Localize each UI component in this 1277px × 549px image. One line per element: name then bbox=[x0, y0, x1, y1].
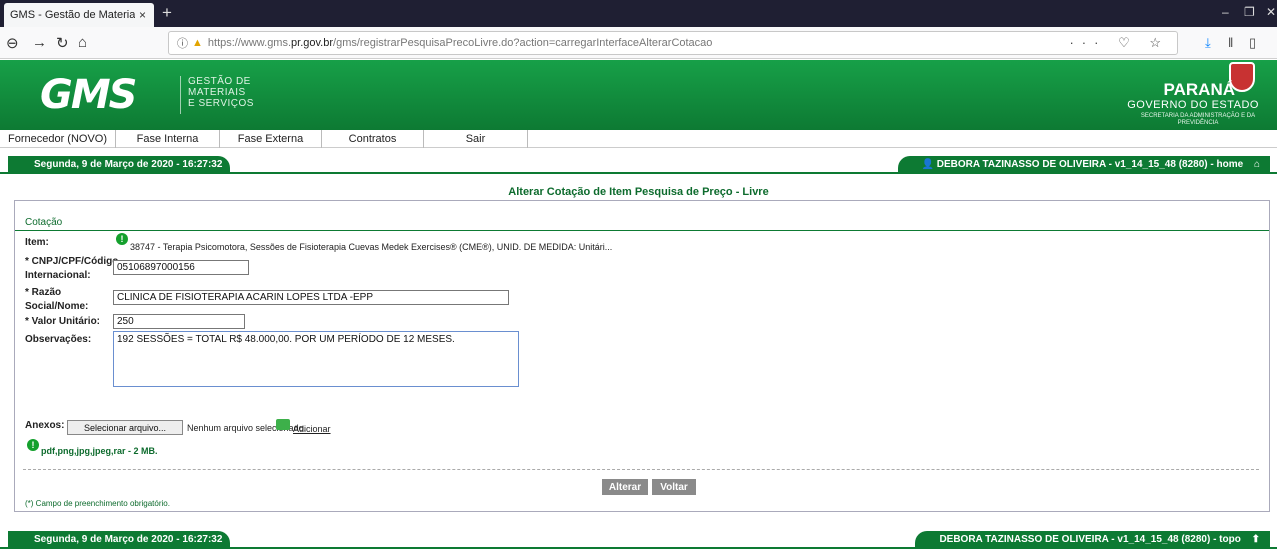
info-icon: ! bbox=[116, 233, 128, 245]
main-menu: Fornecedor (NOVO) Fase Interna Fase Exte… bbox=[0, 130, 1277, 148]
add-attachment-icon[interactable] bbox=[276, 419, 290, 430]
download-icon[interactable]: ⤓ bbox=[1205, 35, 1211, 51]
required-note: (*) Campo de preenchimento obrigatório. bbox=[25, 499, 170, 508]
razao-label: * Razão Social/Nome: bbox=[25, 287, 89, 312]
divider bbox=[23, 469, 1259, 470]
cnpj-label: * CNPJ/CPF/Código Internacional: bbox=[25, 256, 119, 281]
observacoes-textarea[interactable]: 192 SESSÕES = TOTAL R$ 48.000,00. POR UM… bbox=[113, 331, 519, 387]
site-header: GMS GESTÃO DE MATERIAIS E SERVIÇOS PARAN… bbox=[0, 60, 1277, 130]
bottom-user-name: DEBORA TAZINASSO DE OLIVEIRA - v1_14_15_… bbox=[939, 534, 1211, 545]
parana-name: PARANÁ bbox=[1163, 80, 1235, 99]
home-icon[interactable]: ⌂ bbox=[78, 34, 87, 51]
anexos-label: Anexos: bbox=[25, 420, 65, 431]
date-display: Segunda, 9 de Março de 2020 - 16:27:32 bbox=[8, 156, 230, 174]
alterar-button[interactable]: Alterar bbox=[602, 479, 648, 495]
restore-icon[interactable]: ❐ bbox=[1244, 5, 1255, 19]
back-icon[interactable]: ⊖ bbox=[6, 34, 19, 52]
razao-input[interactable] bbox=[113, 290, 509, 305]
bottom-status-bar: Segunda, 9 de Março de 2020 - 16:27:32 D… bbox=[0, 531, 1277, 549]
user-name: DEBORA TAZINASSO DE OLIVEIRA - v1_14_15_… bbox=[936, 159, 1208, 170]
sidebar-icon[interactable]: ▯ bbox=[1249, 35, 1256, 51]
bottom-date-display: Segunda, 9 de Março de 2020 - 16:27:32 bbox=[8, 531, 230, 549]
browser-tab[interactable]: GMS - Gestão de Materiais e Serviço × bbox=[4, 3, 154, 27]
governo-label: GOVERNO DO ESTADO bbox=[1127, 99, 1259, 111]
cnpj-input[interactable] bbox=[113, 260, 249, 275]
topo-link[interactable]: - topo bbox=[1213, 534, 1241, 545]
close-window-icon[interactable]: ✕ bbox=[1266, 5, 1276, 19]
tab-title: GMS - Gestão de Materiais e Serviço bbox=[10, 9, 135, 21]
tab-close-icon[interactable]: × bbox=[139, 8, 146, 22]
menu-fase-externa[interactable]: Fase Externa bbox=[220, 130, 322, 148]
forward-icon[interactable]: → bbox=[32, 34, 47, 51]
home-house-icon[interactable]: ⌂ bbox=[1254, 159, 1260, 170]
panel-title: Cotação bbox=[25, 217, 63, 228]
menu-fase-interna[interactable]: Fase Interna bbox=[116, 130, 220, 148]
page-title: Alterar Cotação de Item Pesquisa de Preç… bbox=[508, 186, 769, 198]
menu-contratos[interactable]: Contratos bbox=[322, 130, 424, 148]
item-value: 38747 - Terapia Psicomotora, Sessões de … bbox=[130, 242, 613, 252]
item-label: Item: bbox=[25, 237, 49, 248]
info-icon[interactable]: ⓘ bbox=[177, 35, 188, 51]
minimize-icon[interactable]: – bbox=[1222, 5, 1229, 19]
bottom-user-display: DEBORA TAZINASSO DE OLIVEIRA - v1_14_15_… bbox=[915, 531, 1270, 549]
logo-subtitle: GESTÃO DE MATERIAIS E SERVIÇOS bbox=[188, 76, 254, 109]
logo-divider bbox=[180, 76, 181, 114]
menu-fornecedor[interactable]: Fornecedor (NOVO) bbox=[0, 130, 116, 148]
browser-titlebar: GMS - Gestão de Materiais e Serviço × + … bbox=[0, 0, 1277, 27]
menu-sair[interactable]: Sair bbox=[424, 130, 528, 148]
lock-warning-icon: ▲ bbox=[192, 37, 203, 49]
new-tab-icon[interactable]: + bbox=[162, 3, 172, 23]
page-actions-icon[interactable]: ··· ♡ ☆ bbox=[1069, 35, 1169, 51]
reload-icon[interactable]: ↻ bbox=[56, 34, 69, 52]
library-icon[interactable]: ‖ bbox=[1228, 35, 1233, 50]
user-display: 👤 DEBORA TAZINASSO DE OLIVEIRA - v1_14_1… bbox=[897, 156, 1270, 174]
add-link[interactable]: Adicionar bbox=[293, 424, 331, 434]
voltar-button[interactable]: Voltar bbox=[652, 479, 696, 495]
panel-header bbox=[15, 215, 1269, 231]
url-text: https://www.gms.pr.gov.br/gms/registrarP… bbox=[207, 37, 713, 49]
gms-logo: GMS bbox=[40, 72, 137, 118]
browser-navbar: ⊖ → ↻ ⌂ ⓘ ▲ https://www.gms.pr.gov.br/gm… bbox=[0, 27, 1277, 59]
cotacao-panel: Cotação Item: ! 38747 - Terapia Psicomot… bbox=[14, 200, 1270, 512]
home-link[interactable]: - home bbox=[1210, 159, 1243, 170]
file-info-icon: ! bbox=[27, 439, 39, 451]
valor-label: * Valor Unitário: bbox=[25, 316, 101, 327]
user-icon: 👤 bbox=[921, 159, 937, 170]
secretaria-label: SECRETARIA DA ADMINISTRAÇÃO E DA PREVIDÊ… bbox=[1140, 113, 1256, 126]
file-types-hint: pdf,png,jpg,jpeg,rar - 2 MB. bbox=[41, 446, 158, 456]
valor-input[interactable] bbox=[113, 314, 245, 329]
top-status-bar: Segunda, 9 de Março de 2020 - 16:27:32 👤… bbox=[0, 156, 1277, 174]
select-file-button[interactable]: Selecionar arquivo... bbox=[67, 420, 183, 435]
url-bar[interactable]: ⓘ ▲ https://www.gms.pr.gov.br/gms/regist… bbox=[168, 31, 1178, 55]
observacoes-label: Observações: bbox=[25, 334, 92, 345]
scroll-top-icon[interactable]: ⬆ bbox=[1252, 534, 1260, 545]
